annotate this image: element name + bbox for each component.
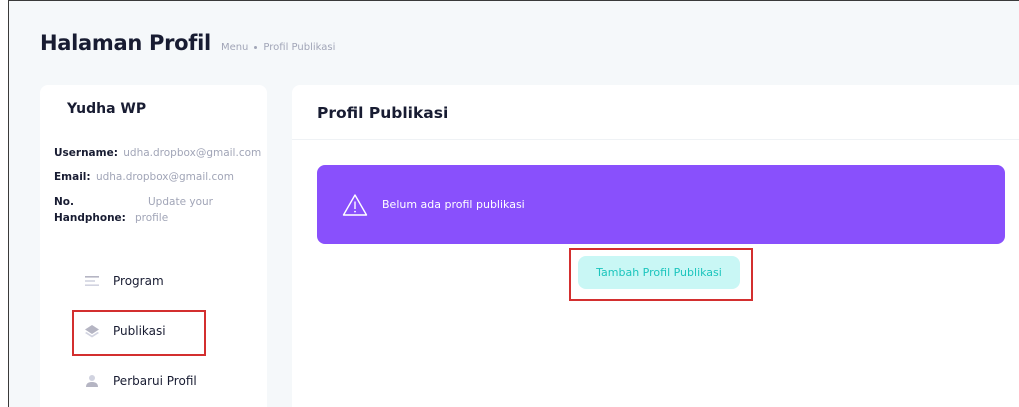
phone-label-line1: No. [54, 196, 74, 208]
breadcrumb-item-menu[interactable]: Menu [221, 42, 248, 53]
card-title: Profil Publikasi [317, 104, 449, 122]
sidebar-item-perbarui-profil[interactable]: Perbarui Profil [84, 373, 197, 389]
breadcrumb: Menu Profil Publikasi [221, 42, 335, 53]
breadcrumb-item-current: Profil Publikasi [263, 42, 336, 53]
publication-profile-card: Profil Publikasi Belum ada profil publik… [292, 85, 1019, 407]
sidebar-item-label: Perbarui Profil [113, 374, 197, 388]
username-value: udha.dropbox@gmail.com [123, 147, 262, 159]
breadcrumb-separator [254, 46, 258, 49]
user-icon [84, 373, 100, 389]
list-icon [84, 273, 100, 289]
add-publication-profile-button[interactable]: Tambah Profil Publikasi [578, 256, 740, 289]
email-value: udha.dropbox@gmail.com [95, 171, 234, 183]
sidebar-item-publikasi[interactable]: Publikasi [84, 323, 166, 339]
app-frame: Halaman Profil Menu Profil Publikasi Yud… [8, 0, 1019, 407]
phone-label-line2: Handphone: [54, 212, 126, 224]
page-title: Halaman Profil [40, 31, 211, 55]
email-label: Email: [54, 171, 91, 183]
username-row: Username: udha.dropbox@gmail.com [54, 147, 261, 159]
card-divider [292, 139, 1019, 140]
email-row: Email: udha.dropbox@gmail.com [54, 171, 234, 183]
phone-value-line1: Update your [148, 196, 213, 208]
sidebar-item-label: Publikasi [113, 324, 166, 338]
phone-value: Update your profile [135, 194, 235, 226]
alert-message: Belum ada profil publikasi [382, 198, 525, 211]
user-name: Yudha WP [67, 101, 147, 117]
page-header: Halaman Profil Menu Profil Publikasi [40, 31, 335, 55]
sidebar-item-label: Program [113, 274, 164, 288]
username-label: Username: [54, 147, 118, 159]
layers-icon [84, 323, 100, 339]
profile-sidebar: Yudha WP Username: udha.dropbox@gmail.co… [40, 85, 267, 407]
phone-label: No. Handphone: [54, 194, 134, 226]
phone-value-line2: profile [135, 212, 169, 224]
warning-icon [342, 193, 368, 216]
empty-alert: Belum ada profil publikasi [317, 165, 1005, 244]
sidebar-item-program[interactable]: Program [84, 273, 164, 289]
